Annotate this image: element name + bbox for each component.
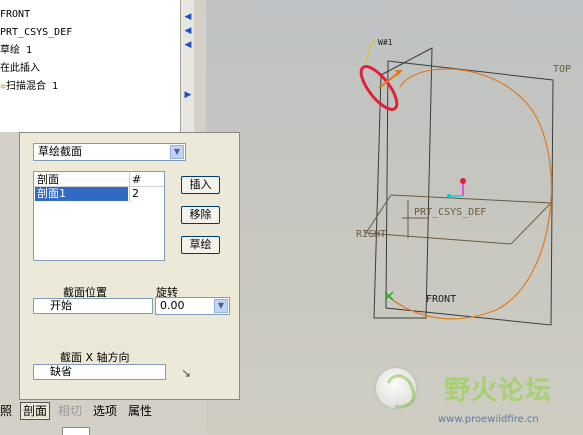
chevron-left-icon[interactable]: ◀: [183, 38, 193, 52]
section-type-value: 草绘截面: [38, 145, 82, 158]
tree-item-swept-blend[interactable]: ✲扫描混合 1: [0, 79, 58, 95]
remove-button[interactable]: 移除: [181, 206, 220, 224]
reference-arrow-icon[interactable]: ↘: [181, 366, 197, 380]
front-datum-plane: [373, 47, 433, 319]
tree-item-csys[interactable]: PRT_CSYS_DEF: [0, 25, 72, 41]
forum-watermark: 野火论坛 www.proewildfire.cn: [374, 366, 583, 434]
rotation-value: 0.00: [160, 299, 185, 312]
column-header-section[interactable]: 剖面: [37, 173, 59, 186]
chevron-right-icon[interactable]: ▶: [183, 88, 193, 102]
x-axis-direction-field[interactable]: 缺省: [33, 364, 166, 380]
watermark-title: 野火论坛: [444, 376, 553, 406]
tree-item-sketch[interactable]: 草绘 1: [0, 43, 32, 59]
top-datum-plane: [385, 60, 554, 326]
tab-options[interactable]: 选项: [93, 403, 117, 419]
right-plane-label[interactable]: RIGHT: [356, 229, 386, 240]
model-tree: ─── FRONT PRT_CSYS_DEF 草绘 1 在此插入 ✲扫描混合 1: [0, 0, 180, 132]
status-bar: [0, 422, 206, 435]
section-list[interactable]: 剖面 # 剖面1 2: [33, 171, 165, 261]
chevron-left-icon[interactable]: ◀: [183, 24, 193, 38]
column-divider: [129, 172, 130, 202]
x-axis-direction-label: 截面 X 轴方向: [60, 351, 130, 364]
rotation-input[interactable]: 0.00 ▼: [155, 297, 230, 315]
list-item[interactable]: 剖面1: [35, 187, 128, 201]
tag-leader: [365, 39, 377, 63]
dashboard-tabs: 照 剖面 相切 选项 属性: [0, 400, 206, 422]
top-plane-label[interactable]: TOP: [553, 64, 571, 75]
chevron-down-icon[interactable]: ▼: [170, 145, 184, 159]
tree-scrollbar[interactable]: ◀ ◀ ◀ ▶: [180, 0, 195, 132]
tab-tangency: 相切: [58, 404, 83, 418]
right-datum-plane: [365, 194, 553, 245]
watermark-url: www.proewildfire.cn: [438, 414, 539, 425]
sweep-trajectory[interactable]: [387, 68, 552, 320]
sketch-button[interactable]: 草绘: [181, 236, 220, 254]
list-item-count[interactable]: 2: [132, 187, 139, 201]
graphics-viewport[interactable]: W#1 TOP PRT_CSYS_DEF RIGHT FRONT 野火论坛 ww…: [206, 0, 583, 434]
tab-references[interactable]: 照: [0, 403, 12, 419]
tab-properties[interactable]: 属性: [128, 403, 152, 419]
tree-item-label: 在此插入: [0, 63, 40, 74]
section-panel: 草绘截面 ▼ 剖面 # 剖面1 2 插入 移除 草绘 截面位置 开始 旋转 0.…: [19, 132, 240, 400]
column-header-count[interactable]: #: [132, 173, 141, 186]
insert-button[interactable]: 插入: [181, 176, 220, 194]
tree-item-label: FRONT: [0, 9, 31, 20]
tree-item-label: PRT_CSYS_DEF: [0, 27, 73, 38]
chevron-left-icon[interactable]: ◀: [183, 10, 193, 24]
section-tag-label: W#1: [378, 38, 393, 47]
tree-item-insert-here[interactable]: 在此插入: [0, 61, 40, 77]
tree-item-label: 草绘 1: [0, 45, 33, 56]
front-plane-label[interactable]: FRONT: [426, 294, 456, 305]
csys-label[interactable]: PRT_CSYS_DEF: [414, 207, 486, 218]
spin-center-icon: [447, 178, 466, 198]
tab-sections[interactable]: 剖面: [20, 402, 51, 420]
tree-item-front[interactable]: FRONT: [0, 7, 30, 23]
chevron-down-icon[interactable]: ▼: [214, 299, 228, 313]
tree-item-label: 扫描混合 1: [6, 81, 59, 92]
section-type-select[interactable]: 草绘截面 ▼: [33, 143, 186, 161]
section-location-field[interactable]: 开始: [33, 298, 153, 314]
